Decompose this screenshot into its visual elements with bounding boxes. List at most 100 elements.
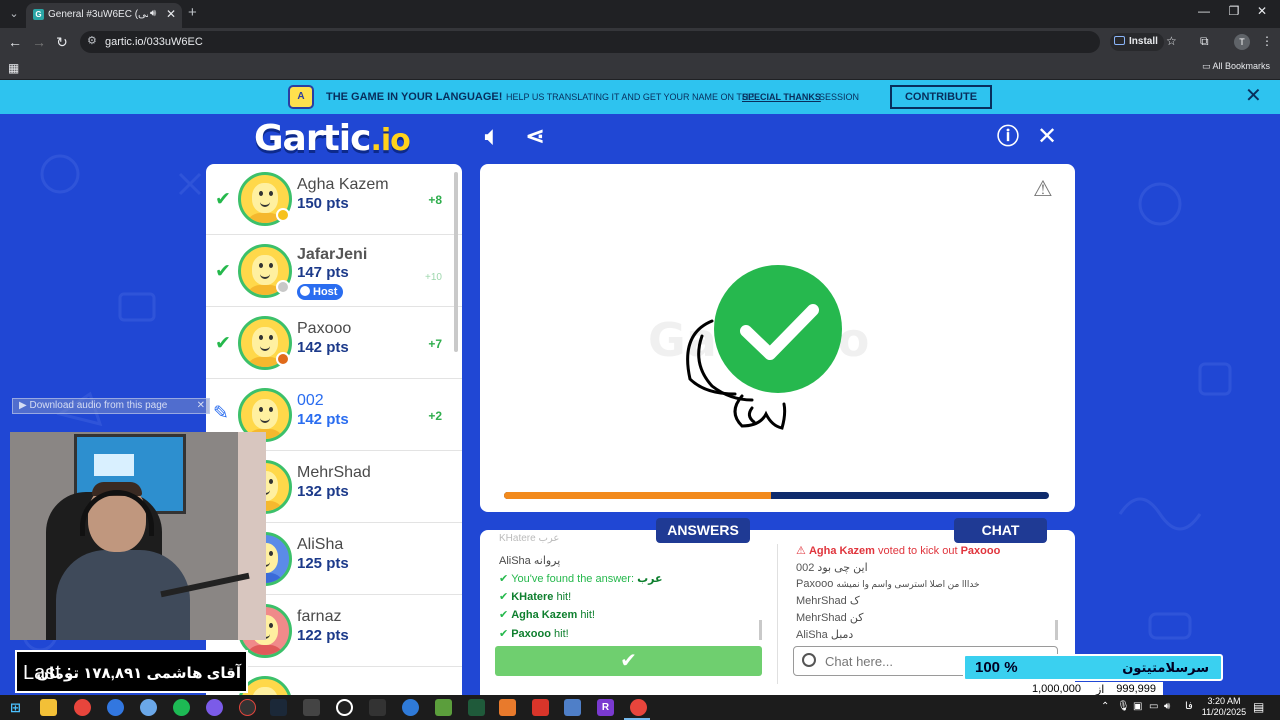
all-bookmarks-link[interactable]: ▭ All Bookmarks: [1202, 61, 1270, 72]
language-indicator[interactable]: فا: [1185, 701, 1193, 712]
reload-icon[interactable]: ↻: [53, 34, 71, 50]
app-icon[interactable]: [532, 699, 549, 716]
exit-game-icon[interactable]: ✕: [1037, 124, 1057, 150]
sound-icon[interactable]: 🔈︎: [485, 124, 499, 150]
check-icon: ✔: [499, 609, 509, 621]
chat-message: MehrShad ک: [796, 595, 860, 607]
tray-icon[interactable]: ▣: [1133, 701, 1142, 712]
tray-icon[interactable]: 🎙︎: [1117, 701, 1130, 712]
player-row[interactable]: ✔ Agha Kazem 150 pts +8: [206, 164, 462, 235]
special-thanks-link[interactable]: SPECIAL THANKS: [742, 92, 821, 102]
hit-line: ✔ KHatere hit!: [499, 591, 572, 603]
notifications-icon[interactable]: ▤: [1253, 700, 1264, 714]
minecraft-icon[interactable]: [435, 699, 452, 716]
app-icon[interactable]: [369, 699, 386, 716]
goal-percent: 100 %: [975, 659, 1018, 676]
app-icon[interactable]: R: [597, 699, 614, 716]
drawing-strokes: Gartic.io: [648, 265, 869, 430]
restore-icon[interactable]: ❐: [1224, 4, 1244, 18]
gartic-logo: Gartic.io: [254, 118, 411, 159]
obs-icon[interactable]: [336, 699, 353, 716]
player-points: 142 pts: [297, 339, 349, 356]
player-row[interactable]: ✔ Paxooo 142 pts +7: [206, 308, 462, 379]
banner-help-text: HELP US TRANSLATING IT AND GET YOUR NAME…: [506, 92, 755, 102]
active-tab[interactable]: G General #3uW6EC (فارسی) - ... 🔊︎ ✕: [26, 3, 182, 28]
contribute-button[interactable]: CONTRIBUTE: [890, 85, 992, 109]
answer-line: KHatere عرب: [499, 533, 560, 544]
tray-chevron-icon[interactable]: ⌃: [1101, 701, 1109, 712]
host-icon: [300, 286, 310, 296]
minimize-icon[interactable]: —: [1194, 4, 1214, 18]
app-icon[interactable]: [239, 699, 256, 716]
player-name: JafarJeni: [297, 246, 368, 263]
chat-header: CHAT: [954, 518, 1047, 543]
hit-line: ✔ Agha Kazem hit!: [499, 609, 595, 621]
check-icon: ✔: [499, 628, 509, 640]
chrome-active-icon[interactable]: [630, 699, 647, 716]
tab-search-icon[interactable]: ⌄: [6, 6, 22, 22]
app-icon[interactable]: [564, 699, 581, 716]
guessed-check-icon: ✔: [215, 333, 231, 354]
new-tab-icon[interactable]: +: [188, 4, 197, 21]
install-app-button[interactable]: Install: [1110, 33, 1164, 51]
round-points: +10: [425, 272, 442, 283]
steam-icon[interactable]: [270, 699, 287, 716]
address-toolbar: ← → ↻ ⚙︎ gartic.io/033uW6EC Install ☆ ⧉ …: [0, 28, 1280, 56]
extensions-icon[interactable]: ⧉: [1200, 34, 1209, 49]
url-text[interactable]: gartic.io/033uW6EC: [105, 36, 203, 48]
translate-icon: A: [288, 85, 314, 109]
chrome-icon[interactable]: [74, 699, 91, 716]
app-icon[interactable]: [107, 699, 124, 716]
volume-icon[interactable]: 🔊︎: [1164, 701, 1170, 712]
download-audio-bar[interactable]: ▶ Download audio from this page ✕: [12, 398, 210, 414]
speaker-icon[interactable]: 🔊︎: [150, 8, 156, 19]
gartic-favicon-icon: G: [33, 9, 44, 20]
drawing-canvas[interactable]: ⚠︎ Gartic.io: [480, 164, 1075, 512]
close-banner-icon[interactable]: ✕: [1245, 86, 1262, 106]
site-info-icon[interactable]: ⚙︎: [87, 34, 97, 47]
bookmark-star-icon[interactable]: ☆: [1166, 34, 1177, 48]
player-row[interactable]: ✔ JafarJeni 147 pts Host +10: [206, 236, 462, 307]
app-icon[interactable]: [206, 699, 223, 716]
host-badge: Host: [297, 284, 344, 300]
profile-avatar[interactable]: T: [1234, 34, 1250, 50]
network-icon[interactable]: ▭: [1149, 701, 1158, 712]
taskbar-clock[interactable]: 3:20 AM 11/20/2025: [1200, 696, 1248, 718]
goal-title: سرسلامتیتون: [1122, 660, 1209, 675]
close-tab-icon[interactable]: ✕: [166, 7, 176, 21]
player-points: 132 pts: [297, 483, 349, 500]
players-scrollbar[interactable]: [454, 172, 458, 352]
forward-icon[interactable]: →: [30, 34, 48, 50]
info-icon[interactable]: ⓘ: [997, 124, 1019, 150]
correct-check-circle: [714, 265, 842, 393]
file-explorer-icon[interactable]: [40, 699, 57, 716]
answers-scrollbar[interactable]: [759, 620, 762, 640]
bookmarks-bar: ▦ ▭ All Bookmarks: [0, 56, 1280, 80]
browser-tab-bar: ⌄ G General #3uW6EC (فارسی) - ... 🔊︎ ✕ +…: [0, 0, 1280, 28]
chat-scrollbar[interactable]: [1055, 620, 1058, 640]
app-icon[interactable]: [402, 699, 419, 716]
start-icon[interactable]: ⊞: [7, 699, 24, 716]
share-icon[interactable]: ⋖: [525, 124, 545, 150]
apps-grid-icon[interactable]: ▦: [8, 61, 19, 75]
chat-message: Paxooo خدااا من اصلا استرسی واسم وا نمیش…: [796, 578, 980, 590]
app-icon[interactable]: [303, 699, 320, 716]
status-dot: [276, 208, 290, 222]
spotify-icon[interactable]: [173, 699, 190, 716]
back-icon[interactable]: ←: [6, 34, 24, 50]
answer-submit-button[interactable]: ✔: [495, 646, 762, 676]
round-points: +8: [428, 193, 442, 207]
menu-icon[interactable]: ⋮: [1261, 34, 1273, 48]
address-bar[interactable]: ⚙︎ gartic.io/033uW6EC: [80, 31, 1100, 53]
status-dot: [276, 280, 290, 294]
guessed-check-icon: ✔: [215, 261, 231, 282]
app-icon[interactable]: [468, 699, 485, 716]
contribute-banner: A THE GAME IN YOUR LANGUAGE! HELP US TRA…: [0, 80, 1280, 114]
player-points: 150 pts: [297, 195, 349, 212]
close-window-icon[interactable]: ✕: [1252, 4, 1272, 18]
app-icon[interactable]: [140, 699, 157, 716]
goal-amounts: 1,000,000 از 999,999: [1024, 682, 1163, 696]
player-name: AliSha: [297, 536, 344, 553]
app-icon[interactable]: [499, 699, 516, 716]
drawing-pencil-icon: ✎: [213, 403, 229, 424]
